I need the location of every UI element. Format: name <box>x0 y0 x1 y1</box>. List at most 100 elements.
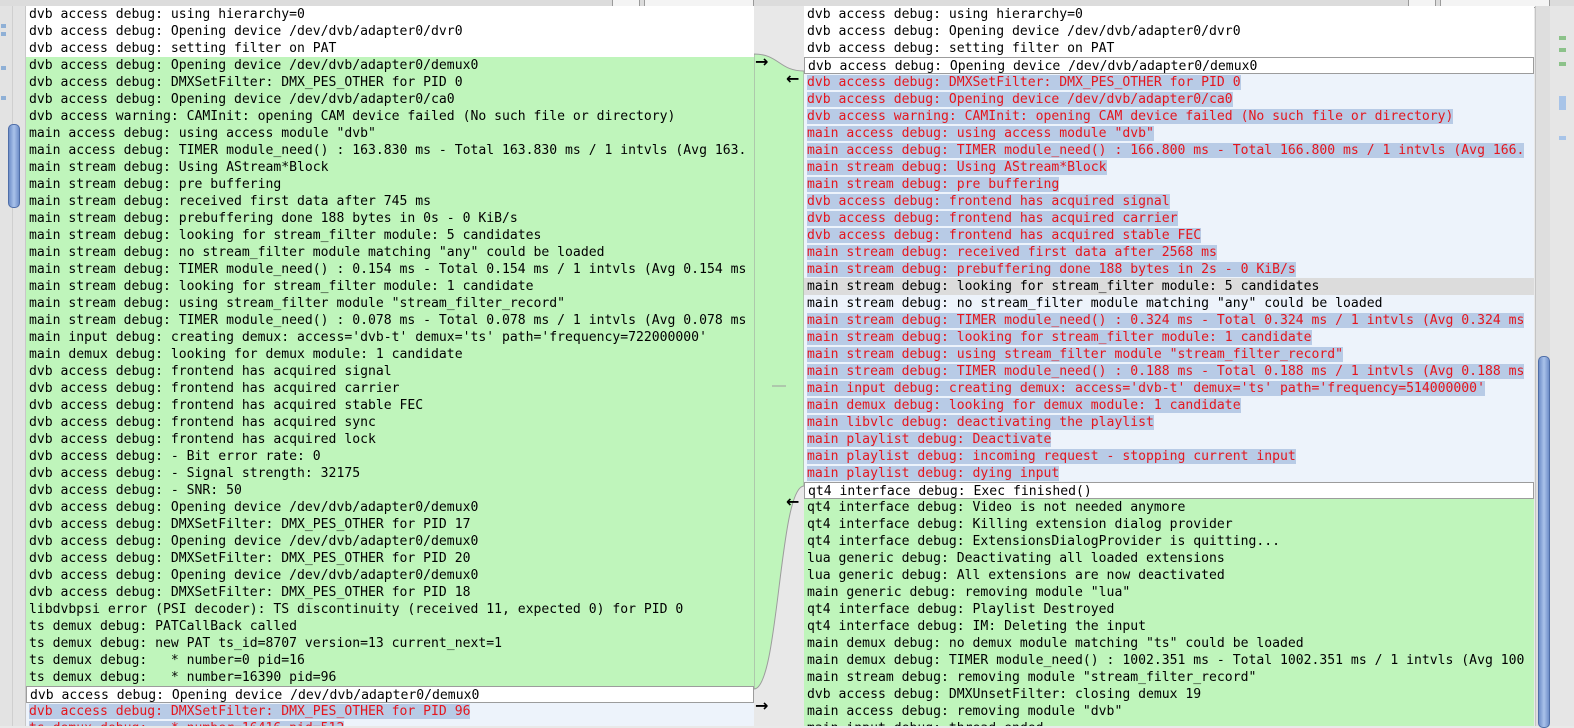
left-log-line[interactable]: main stream debug: TIMER module_need() :… <box>26 261 754 278</box>
right-diff-pane[interactable]: dvb access debug: using hierarchy=0 dvb a… <box>804 6 1534 726</box>
line-text: main access debug: TIMER module_need() :… <box>807 143 1525 158</box>
arrow-right-icon[interactable]: → <box>755 54 768 70</box>
left-log-line[interactable]: dvb access debug: frontend has acquired … <box>26 414 754 431</box>
left-log-line[interactable]: dvb access debug: Opening device /dev/dv… <box>26 533 754 550</box>
right-log-line[interactable]: main access debug: using access module "… <box>804 125 1534 142</box>
right-log-line[interactable]: dvb access debug: using hierarchy=0 <box>804 6 1534 23</box>
right-log-line[interactable]: dvb access warning: CAMInit: opening CAM… <box>804 108 1534 125</box>
right-log-line[interactable]: qt4 interface debug: Killing extension d… <box>804 516 1534 533</box>
right-log-line[interactable]: dvb access debug: DMXSetFilter: DMX_PES_… <box>804 74 1534 91</box>
right-log-line[interactable]: dvb access debug: Opening device /dev/dv… <box>804 23 1534 40</box>
left-overview-gutter[interactable] <box>0 6 26 726</box>
left-log-line[interactable]: dvb access debug: Opening device /dev/dv… <box>26 499 754 516</box>
right-log-line[interactable]: main stream debug: Using AStream*Block <box>804 159 1534 176</box>
arrow-left-icon[interactable]: ← <box>786 71 799 87</box>
left-log-line[interactable]: main access debug: using access module "… <box>26 125 754 142</box>
left-log-line[interactable]: libdvbpsi error (PSI decoder): TS discon… <box>26 601 754 618</box>
right-log-line[interactable]: main demux debug: TIMER module_need() : … <box>804 652 1534 669</box>
left-log-line[interactable]: dvb access debug: setting filter on PAT <box>26 40 754 57</box>
left-log-line[interactable]: dvb access debug: frontend has acquired … <box>26 397 754 414</box>
right-log-line[interactable]: main input debug: thread ended <box>804 720 1534 726</box>
left-log-line[interactable]: main input debug: creating demux: access… <box>26 329 754 346</box>
left-log-line[interactable]: main stream debug: prebuffering done 188… <box>26 210 754 227</box>
left-log-line[interactable]: main access debug: TIMER module_need() :… <box>26 142 754 159</box>
left-log-line[interactable]: main demux debug: looking for demux modu… <box>26 346 754 363</box>
left-log-line[interactable]: dvb access debug: DMXSetFilter: DMX_PES_… <box>26 703 754 720</box>
right-log-line[interactable]: main access debug: removing module "dvb" <box>804 703 1534 720</box>
left-log-line[interactable]: dvb access debug: Opening device /dev/dv… <box>26 91 754 108</box>
left-log-line[interactable]: dvb access debug: Opening device /dev/dv… <box>26 23 754 40</box>
right-log-line[interactable]: dvb access debug: DMXUnsetFilter: closin… <box>804 686 1534 703</box>
left-log-line[interactable]: dvb access debug: frontend has acquired … <box>26 431 754 448</box>
left-log-line[interactable]: main stream debug: pre buffering <box>26 176 754 193</box>
right-log-line[interactable]: main stream debug: removing module "stre… <box>804 669 1534 686</box>
right-log-line[interactable]: dvb access debug: frontend has acquired … <box>804 227 1534 244</box>
right-log-line[interactable]: main playlist debug: dying input <box>804 465 1534 482</box>
right-log-line[interactable]: main demux debug: no demux module matchi… <box>804 635 1534 652</box>
right-log-line[interactable]: lua generic debug: All extensions are no… <box>804 567 1534 584</box>
right-log-line[interactable]: qt4 interface debug: Exec finished() <box>804 482 1534 499</box>
right-log-line[interactable]: main stream debug: looking for stream_fi… <box>804 278 1534 295</box>
right-log-line[interactable]: main stream debug: looking for stream_fi… <box>804 329 1534 346</box>
left-log-line[interactable]: main stream debug: using stream_filter m… <box>26 295 754 312</box>
left-log-line[interactable]: dvb access debug: - Bit error rate: 0 <box>26 448 754 465</box>
left-log-line[interactable]: ts demux debug: * number=0 pid=16 <box>26 652 754 669</box>
right-log-line[interactable]: dvb access debug: frontend has acquired … <box>804 193 1534 210</box>
left-diff-pane[interactable]: dvb access debug: using hierarchy=0 dvb a… <box>26 6 754 726</box>
line-text: dvb access debug: DMXSetFilter: DMX_PES_… <box>29 75 463 90</box>
left-log-line[interactable]: dvb access debug: frontend has acquired … <box>26 363 754 380</box>
right-log-line[interactable]: main stream debug: no stream_filter modu… <box>804 295 1534 312</box>
left-log-line[interactable]: main stream debug: looking for stream_fi… <box>26 227 754 244</box>
right-log-line[interactable]: main input debug: creating demux: access… <box>804 380 1534 397</box>
right-scrollbar-thumb[interactable] <box>1538 356 1550 728</box>
left-log-line[interactable]: main stream debug: Using AStream*Block <box>26 159 754 176</box>
right-log-line[interactable]: qt4 interface debug: IM: Deleting the in… <box>804 618 1534 635</box>
left-log-line[interactable]: dvb access debug: DMXSetFilter: DMX_PES_… <box>26 584 754 601</box>
right-log-line[interactable]: main access debug: TIMER module_need() :… <box>804 142 1534 159</box>
right-log-line[interactable]: main playlist debug: incoming request - … <box>804 448 1534 465</box>
left-log-line[interactable]: main stream debug: looking for stream_fi… <box>26 278 754 295</box>
right-log-line[interactable]: dvb access debug: setting filter on PAT <box>804 40 1534 57</box>
right-log-line[interactable]: main demux debug: looking for demux modu… <box>804 397 1534 414</box>
left-log-line[interactable]: dvb access debug: DMXSetFilter: DMX_PES_… <box>26 550 754 567</box>
left-log-line[interactable]: dvb access debug: frontend has acquired … <box>26 380 754 397</box>
right-log-line[interactable]: dvb access debug: Opening device /dev/dv… <box>804 91 1534 108</box>
left-log-line[interactable]: ts demux debug: * number=16390 pid=96 <box>26 669 754 686</box>
right-log-line[interactable]: main playlist debug: Deactivate <box>804 431 1534 448</box>
right-log-line[interactable]: dvb access debug: frontend has acquired … <box>804 210 1534 227</box>
left-log-line[interactable]: dvb access debug: using hierarchy=0 <box>26 6 754 23</box>
left-log-line[interactable]: dvb access debug: DMXSetFilter: DMX_PES_… <box>26 74 754 91</box>
right-log-line[interactable]: main stream debug: prebuffering done 188… <box>804 261 1534 278</box>
left-log-line[interactable]: dvb access debug: Opening device /dev/dv… <box>26 57 754 74</box>
left-log-line[interactable]: main stream debug: TIMER module_need() :… <box>26 312 754 329</box>
left-log-line[interactable]: dvb access debug: Opening device /dev/dv… <box>26 686 754 703</box>
left-scrollbar-thumb[interactable] <box>8 124 20 208</box>
right-log-line[interactable]: main libvlc debug: deactivating the play… <box>804 414 1534 431</box>
left-log-line[interactable]: main stream debug: received first data a… <box>26 193 754 210</box>
right-log-line[interactable]: qt4 interface debug: ExtensionsDialogPro… <box>804 533 1534 550</box>
left-log-line[interactable]: dvb access debug: - Signal strength: 321… <box>26 465 754 482</box>
left-log-line[interactable]: ts demux debug: * number=16416 pid=512 <box>26 720 754 726</box>
left-log-line[interactable]: main stream debug: no stream_filter modu… <box>26 244 754 261</box>
right-log-line[interactable]: main stream debug: using stream_filter m… <box>804 346 1534 363</box>
right-log-line[interactable]: main stream debug: received first data a… <box>804 244 1534 261</box>
arrow-left-icon[interactable]: ← <box>786 494 799 510</box>
left-log-line[interactable]: dvb access warning: CAMInit: opening CAM… <box>26 108 754 125</box>
right-log-line[interactable]: dvb access debug: Opening device /dev/dv… <box>804 57 1534 74</box>
right-log-line[interactable]: qt4 interface debug: Video is not needed… <box>804 499 1534 516</box>
arrow-right-icon[interactable]: → <box>755 698 768 714</box>
overview-marker <box>1 24 6 28</box>
right-scrollbar[interactable] <box>1535 6 1550 728</box>
left-log-line[interactable]: dvb access debug: - SNR: 50 <box>26 482 754 499</box>
right-log-line[interactable]: qt4 interface debug: Playlist Destroyed <box>804 601 1534 618</box>
right-log-line[interactable]: main generic debug: removing module "lua… <box>804 584 1534 601</box>
left-log-line[interactable]: ts demux debug: new PAT ts_id=8707 versi… <box>26 635 754 652</box>
right-log-line[interactable]: main stream debug: pre buffering <box>804 176 1534 193</box>
left-log-line[interactable]: ts demux debug: PATCallBack called <box>26 618 754 635</box>
left-log-line[interactable]: dvb access debug: Opening device /dev/dv… <box>26 567 754 584</box>
left-log-line[interactable]: dvb access debug: DMXSetFilter: DMX_PES_… <box>26 516 754 533</box>
right-log-line[interactable]: main stream debug: TIMER module_need() :… <box>804 363 1534 380</box>
right-log-line[interactable]: lua generic debug: Deactivating all load… <box>804 550 1534 567</box>
right-overview-gutter[interactable] <box>1550 6 1574 726</box>
right-log-line[interactable]: main stream debug: TIMER module_need() :… <box>804 312 1534 329</box>
